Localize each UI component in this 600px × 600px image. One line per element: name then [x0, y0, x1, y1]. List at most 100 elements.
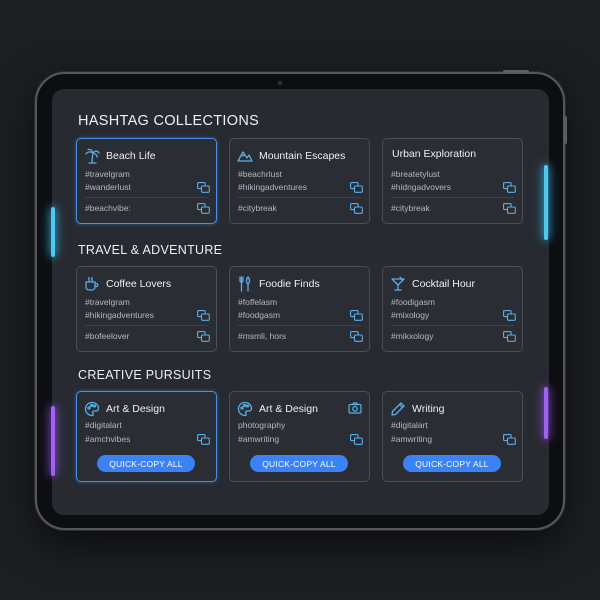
hashtag-row[interactable]: #foodgasm [238, 308, 363, 322]
hashtag-text: #mixology [391, 310, 430, 320]
palette-icon [237, 401, 253, 417]
hashtag-row[interactable]: #digitalart [391, 418, 516, 432]
card-title: Mountain Escapes [259, 150, 346, 162]
section-title: CREATIVE PURSUITS [78, 368, 212, 382]
divider [391, 197, 514, 198]
copy-icon[interactable] [350, 309, 363, 321]
section-title: HASHTAG COLLECTIONS [78, 113, 260, 129]
copy-icon[interactable] [503, 330, 516, 342]
copy-icon[interactable] [197, 202, 210, 214]
hashtag-text: #travelgram [85, 297, 130, 307]
coffee-cup-icon [84, 276, 100, 292]
card-title: Art & Design [259, 403, 318, 415]
card-title: Foodie Finds [259, 278, 320, 290]
hashtag-row[interactable]: #beachvibe: [85, 201, 210, 215]
card-title: Beach Life [106, 150, 156, 162]
hashtag-row[interactable]: #amwriting [238, 432, 363, 446]
collection-card-mountain-escapes[interactable]: Mountain Escapes #beachrlust #hikingadve… [229, 138, 370, 224]
glow-strip-purple-left [51, 406, 55, 476]
copy-icon[interactable] [503, 181, 516, 193]
hashtag-text: #citybreak [238, 203, 277, 213]
collection-card-foodie-finds[interactable]: Foodie Finds #foffelasm #foodgasm #msmli… [229, 266, 370, 352]
collection-card-art-design-photo[interactable]: Art & Design photography #amwriting QUIC… [229, 391, 370, 482]
card-title: Writing [412, 403, 445, 415]
hashtag-row[interactable]: #digitalart [85, 418, 210, 432]
hashtag-row[interactable]: photography [238, 418, 363, 432]
hashtag-text: #wanderlust [85, 182, 131, 192]
camera-icon[interactable] [348, 401, 362, 415]
quick-copy-all-button[interactable]: QUICK-COPY ALL [403, 455, 501, 472]
hashtag-row[interactable]: #foodigasm [391, 295, 516, 309]
divider [85, 325, 208, 326]
section-title: TRAVEL & ADVENTURE [78, 243, 223, 257]
glow-strip-purple-right [544, 387, 548, 439]
hashtag-row[interactable]: #citybreak [391, 201, 516, 215]
hashtag-text: #bofeelover [85, 331, 130, 341]
divider [238, 325, 361, 326]
collection-card-beach-life[interactable]: Beach Life #travelgram #wanderlust #beac… [76, 138, 217, 224]
hashtag-text: #travelgram [85, 169, 130, 179]
copy-icon[interactable] [197, 181, 210, 193]
hashtag-text: #breatetylust [391, 169, 440, 179]
hashtag-row[interactable]: #beachrlust [238, 167, 363, 181]
divider [238, 197, 361, 198]
card-title: Cocktail Hour [412, 278, 476, 290]
copy-icon[interactable] [350, 181, 363, 193]
hashtag-text: #foodgasm [238, 310, 281, 320]
hashtag-row[interactable]: #mikxology [391, 329, 516, 343]
card-title: Urban Exploration [392, 148, 477, 160]
copy-icon[interactable] [503, 309, 516, 321]
hashtag-row[interactable]: #hidngadvovers [391, 180, 516, 194]
collection-card-coffee-lovers[interactable]: Coffee Lovers #travelgram #hikingadventu… [76, 266, 217, 352]
copy-icon[interactable] [350, 433, 363, 445]
hashtag-row[interactable]: #hikingadventures [238, 180, 363, 194]
hashtag-row[interactable]: #mixology [391, 308, 516, 322]
hashtag-text: #digitalart [85, 420, 122, 430]
collection-card-writing[interactable]: Writing #digitalart #amwriting QUICK-COP… [382, 391, 523, 482]
hashtag-row[interactable]: #foffelasm [238, 295, 363, 309]
hashtag-row[interactable]: #travelgram [85, 167, 210, 181]
hashtag-text: #amchvibes [85, 434, 131, 444]
divider [391, 325, 514, 326]
copy-icon[interactable] [350, 202, 363, 214]
hashtag-row[interactable]: #citybreak [238, 201, 363, 215]
copy-icon[interactable] [197, 309, 210, 321]
copy-icon[interactable] [503, 433, 516, 445]
glow-strip-cyan-right [544, 165, 548, 240]
hashtag-text: #amwriting [238, 434, 280, 444]
collection-card-urban-exploration[interactable]: Urban Exploration #breatetylust #hidngad… [382, 138, 523, 224]
hashtag-row[interactable]: #amchvibes [85, 432, 210, 446]
hashtag-row[interactable]: #bofeelover [85, 329, 210, 343]
hashtag-row[interactable]: #breatetylust [391, 167, 516, 181]
tablet-side-button [564, 116, 567, 144]
tablet-top-button [503, 70, 529, 73]
collection-card-art-design[interactable]: Art & Design #digitalart #amchvibes QUIC… [76, 391, 217, 482]
hashtag-text: #beachvibe: [85, 203, 131, 213]
hashtag-text: #foodigasm [391, 297, 435, 307]
cocktail-glass-icon [390, 276, 406, 292]
hashtag-text: #hikingadventures [85, 310, 154, 320]
hashtag-text: #mikxology [391, 331, 434, 341]
hashtag-text: #citybreak [391, 203, 430, 213]
hashtag-text: #foffelasm [238, 297, 278, 307]
hashtag-row[interactable]: #travelgram [85, 295, 210, 309]
copy-icon[interactable] [503, 202, 516, 214]
collection-card-cocktail-hour[interactable]: Cocktail Hour #foodigasm #mixology #mikx… [382, 266, 523, 352]
divider [85, 197, 208, 198]
card-title: Coffee Lovers [106, 278, 172, 290]
hashtag-row[interactable]: #msmli, hors [238, 329, 363, 343]
quick-copy-all-button[interactable]: QUICK-COPY ALL [97, 455, 195, 472]
camera-dot [278, 81, 282, 85]
copy-icon[interactable] [197, 433, 210, 445]
hashtag-row[interactable]: #amwriting [391, 432, 516, 446]
fork-knife-icon [237, 276, 253, 292]
quick-copy-all-button[interactable]: QUICK-COPY ALL [250, 455, 348, 472]
hashtag-text: #beachrlust [238, 169, 282, 179]
hashtag-text: #amwriting [391, 434, 433, 444]
mountain-icon [237, 148, 253, 164]
copy-icon[interactable] [350, 330, 363, 342]
copy-icon[interactable] [197, 330, 210, 342]
hashtag-row[interactable]: #hikingadventures [85, 308, 210, 322]
hashtag-text: photography [238, 420, 286, 430]
hashtag-row[interactable]: #wanderlust [85, 180, 210, 194]
